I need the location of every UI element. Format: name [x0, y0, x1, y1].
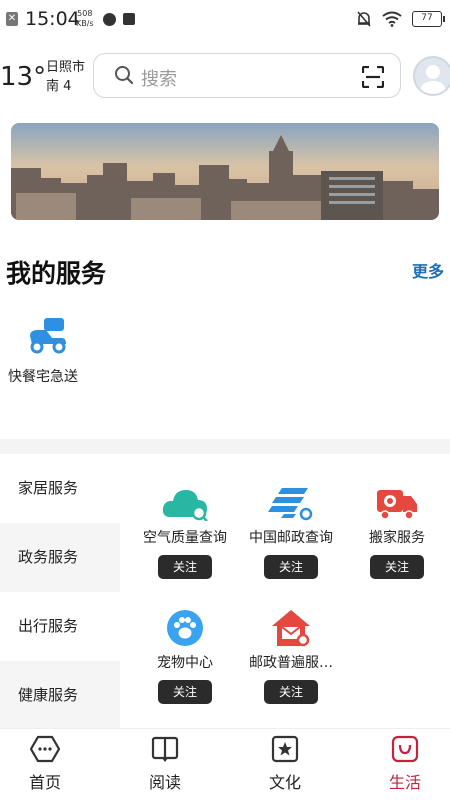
tile-china-post-query[interactable]: 中国邮政查询 关注	[236, 483, 346, 579]
bottom-navigation: 首页 阅读 文化 生活	[0, 728, 450, 800]
service-item-label: 快餐宅急送	[8, 369, 78, 385]
nav-label: 生活	[388, 773, 421, 792]
paw-icon	[167, 610, 203, 646]
follow-button[interactable]: 关注	[158, 680, 212, 704]
nav-label: 文化	[268, 773, 301, 792]
category-travel-services[interactable]: 出行服务	[0, 592, 120, 661]
nav-home[interactable]: 首页	[5, 735, 85, 793]
weather-temperature[interactable]: 13°	[0, 62, 46, 92]
tile-name: 邮政普遍服…	[249, 655, 333, 671]
network-speed: 508 KB/s	[76, 9, 94, 29]
my-services-more-link[interactable]: 更多	[412, 258, 444, 282]
tile-moving-service[interactable]: 搬家服务 关注	[342, 483, 450, 579]
tile-postal-universal-service[interactable]: 邮政普遍服… 关注	[236, 608, 346, 704]
city-banner[interactable]	[11, 123, 439, 220]
follow-button[interactable]: 关注	[264, 680, 318, 704]
tile-name: 搬家服务	[369, 530, 425, 546]
home-icon	[30, 735, 60, 763]
search-placeholder: 搜索	[141, 69, 177, 90]
category-government-services[interactable]: 政务服务	[0, 523, 120, 592]
star-badge-icon	[271, 735, 299, 763]
silent-bell-icon	[357, 11, 371, 27]
scooter-icon	[30, 318, 66, 354]
user-avatar-icon	[420, 65, 446, 94]
wifi-icon	[382, 11, 402, 27]
nav-label: 阅读	[148, 773, 181, 792]
house-mail-icon	[272, 610, 310, 647]
service-item-fast-food-delivery[interactable]: 快餐宅急送	[8, 316, 88, 386]
cloud-icon	[162, 490, 208, 521]
weather-wind: 南 4	[46, 79, 72, 94]
status-bar: ✕ 15:04 508 KB/s 77	[0, 0, 450, 40]
status-time: 15:04	[25, 8, 80, 30]
network-speed-value: 508	[77, 9, 93, 18]
nav-label: 首页	[28, 773, 61, 792]
tile-name: 宠物中心	[157, 655, 213, 671]
category-list: 家居服务 政务服务 出行服务 健康服务	[0, 454, 120, 730]
scan-icon[interactable]	[362, 66, 384, 88]
my-services-title: 我的服务	[6, 259, 107, 288]
app-notification-icon-2	[123, 13, 135, 25]
post-icon	[268, 488, 313, 521]
user-avatar[interactable]	[413, 56, 450, 96]
close-notification-icon: ✕	[6, 12, 18, 26]
follow-button[interactable]: 关注	[264, 555, 318, 579]
tile-name: 空气质量查询	[143, 530, 227, 546]
section-divider	[0, 439, 450, 454]
follow-button[interactable]: 关注	[158, 555, 212, 579]
follow-button[interactable]: 关注	[370, 555, 424, 579]
category-health-services[interactable]: 健康服务	[0, 661, 120, 730]
city-skyline-image	[11, 123, 439, 220]
nav-life[interactable]: 生活	[365, 735, 445, 793]
tile-air-quality[interactable]: 空气质量查询 关注	[130, 483, 240, 579]
tile-name: 中国邮政查询	[249, 530, 333, 546]
battery-indicator: 77	[412, 11, 445, 27]
category-home-services[interactable]: 家居服务	[0, 454, 120, 523]
truck-icon	[377, 490, 417, 520]
app-notification-icon	[103, 13, 116, 26]
weather-info[interactable]: 日照市 南 4	[46, 58, 85, 96]
nav-culture[interactable]: 文化	[245, 735, 325, 793]
book-icon	[151, 736, 179, 762]
search-icon	[115, 66, 134, 85]
search-bar[interactable]: 搜索	[93, 53, 401, 98]
network-speed-unit: KB/s	[76, 19, 94, 28]
bag-icon	[391, 735, 419, 763]
tile-pet-center[interactable]: 宠物中心 关注	[130, 608, 240, 704]
weather-city: 日照市	[46, 60, 86, 75]
nav-reading[interactable]: 阅读	[125, 735, 205, 793]
